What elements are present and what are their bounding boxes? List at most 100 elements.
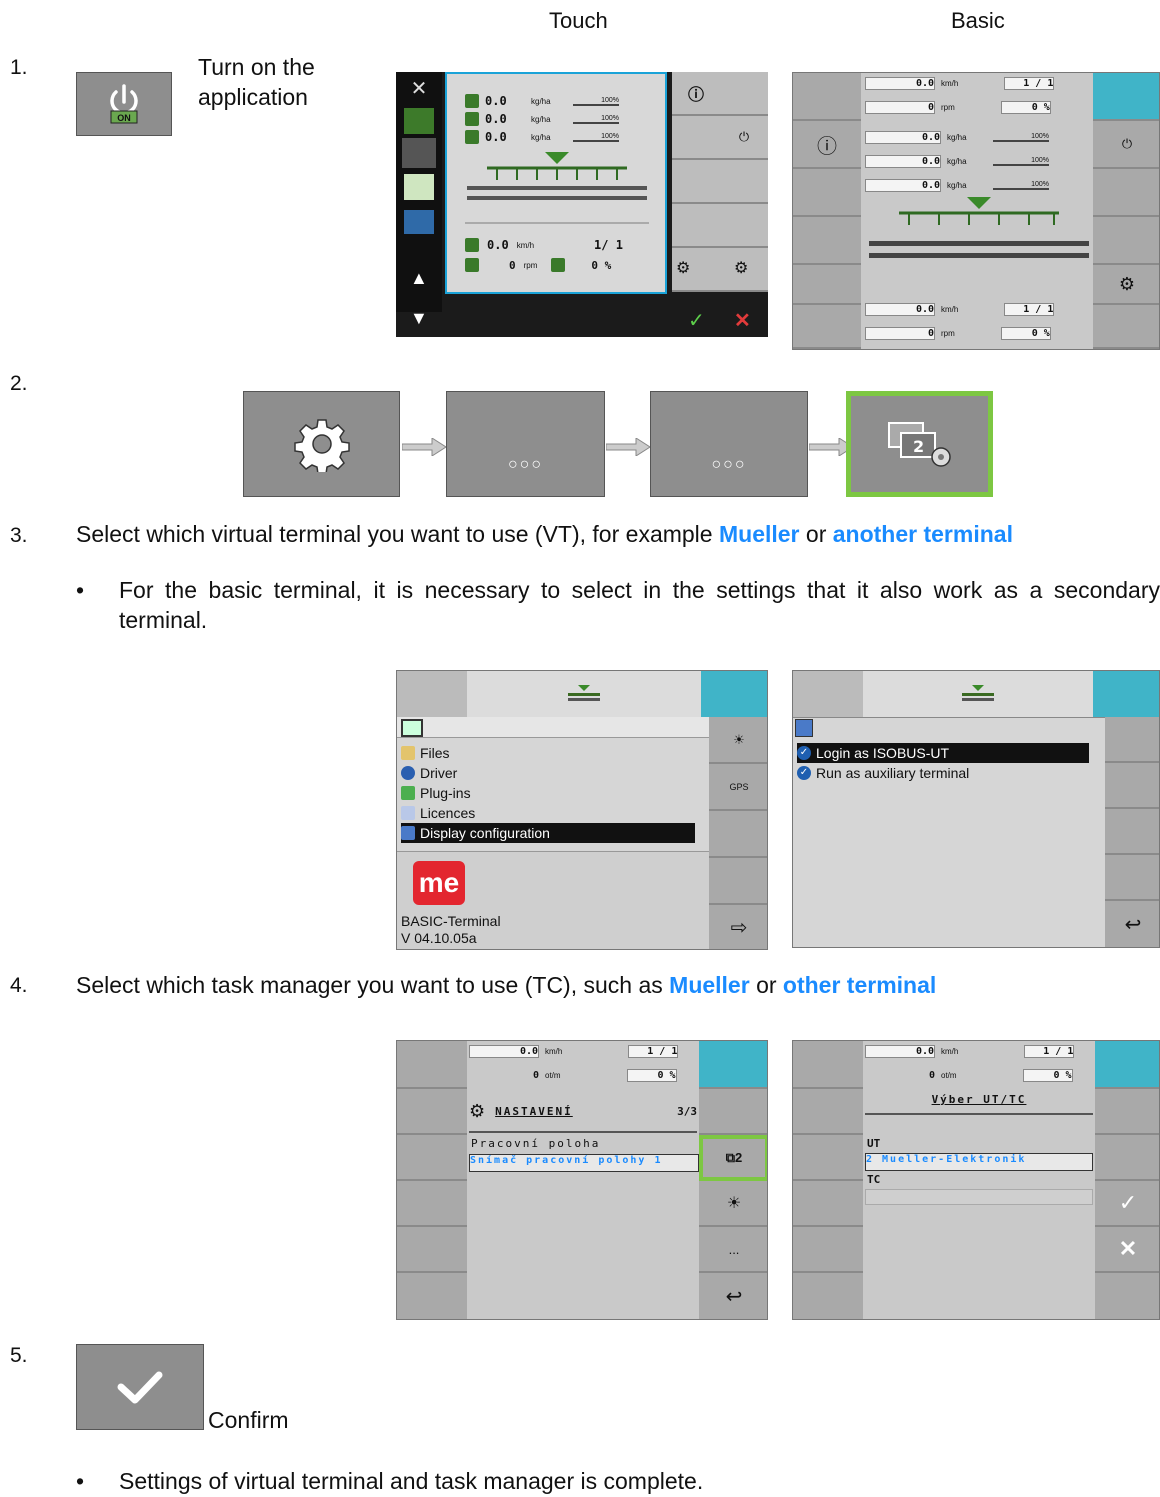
checkmark-icon	[117, 1371, 163, 1404]
seeder-app-icon[interactable]	[404, 108, 434, 134]
brightness-softkey[interactable]: ☀	[709, 717, 767, 764]
notes-icon[interactable]	[404, 174, 434, 200]
menu-item-display-configuration[interactable]: Display configuration	[401, 823, 695, 843]
gps-softkey[interactable]: GPS	[709, 764, 767, 811]
blank-softkey[interactable]	[672, 116, 720, 160]
blank-softkey[interactable]	[397, 1135, 467, 1181]
select-ut-tc-screen: ✓ ✕ 0.0 km/h 1 / 1 0 ot/m 0 % Výber UT/TC UT…	[792, 1040, 1160, 1320]
settings-button[interactable]	[243, 391, 400, 497]
calibrate-button[interactable]	[1093, 169, 1159, 217]
power-off-button[interactable]: ⏻	[720, 116, 768, 160]
confirm-button[interactable]	[76, 1344, 204, 1430]
step-3-bullet: For the basic terminal, it is necessary …	[119, 577, 1160, 633]
cancel-softkey[interactable]: ✕	[1095, 1227, 1159, 1273]
blank-softkey[interactable]	[793, 217, 861, 265]
blank-softkey[interactable]	[397, 1181, 467, 1227]
blank-softkey[interactable]	[672, 204, 720, 248]
blank-softkey[interactable]	[1095, 1273, 1159, 1319]
blank-softkey[interactable]	[397, 1089, 467, 1135]
info-button[interactable]: ⓘ	[672, 72, 720, 116]
blank-softkey[interactable]	[793, 1227, 863, 1273]
settings-screen: ⧉2 ☀ ... ↩ 0.0 km/h 1 / 1 0 ot/m 0 % ⚙ NASTA…	[396, 1040, 768, 1320]
more-softkey[interactable]: ...	[699, 1227, 767, 1273]
close-icon[interactable]: ✕	[734, 308, 751, 333]
window-switch-softkey[interactable]	[1095, 1041, 1159, 1089]
step-4-text: Select which task manager you want to us…	[76, 972, 937, 998]
home-softkey[interactable]	[397, 671, 468, 718]
blank-softkey[interactable]	[1105, 763, 1159, 809]
blank-softkey[interactable]	[1105, 809, 1159, 855]
blank-softkey[interactable]	[793, 265, 861, 305]
blank-softkey[interactable]	[1093, 305, 1159, 349]
blank-softkey[interactable]	[397, 1227, 467, 1273]
ut-select-field[interactable]: 2 Mueller-Elektronik	[865, 1153, 1093, 1171]
sections-button[interactable]	[793, 169, 861, 217]
confirm-softkey[interactable]: ✓	[1095, 1181, 1159, 1227]
wheel-icon[interactable]: ⚙	[676, 258, 690, 278]
home-softkey[interactable]	[793, 1041, 863, 1089]
blank-softkey[interactable]	[720, 72, 768, 116]
gear-icon[interactable]: ⚙	[734, 258, 748, 278]
power-off-icon: ⏻	[1121, 136, 1133, 151]
blank-softkey[interactable]	[793, 1135, 863, 1181]
arrow-right-icon	[402, 438, 446, 456]
tools-icon[interactable]: ✕	[404, 76, 434, 102]
blank-softkey[interactable]	[1095, 1135, 1159, 1181]
blank-softkey[interactable]	[793, 1273, 863, 1319]
power-off-button[interactable]: ⏻	[1093, 121, 1159, 169]
tc-select-field[interactable]	[865, 1189, 1093, 1205]
menu-item-plugins[interactable]: Plug-ins	[401, 783, 695, 803]
home-softkey[interactable]	[793, 671, 864, 718]
display-config-button[interactable]: 2	[846, 391, 993, 497]
home-softkey[interactable]	[397, 1041, 467, 1089]
display-config-icon	[795, 719, 813, 737]
svg-text:2: 2	[913, 437, 924, 456]
gear-button[interactable]: ⚙	[1093, 265, 1159, 305]
window-switch-softkey[interactable]	[699, 1041, 767, 1089]
blank-softkey[interactable]	[1105, 717, 1159, 763]
home-softkey[interactable]	[793, 73, 861, 121]
menu-item-files[interactable]: Files	[401, 743, 695, 763]
work-position-label: Pracovní poloha	[471, 1137, 601, 1150]
blank-softkey[interactable]	[1095, 1089, 1159, 1135]
more-button[interactable]: ○○○	[650, 391, 808, 497]
scroll-up-icon[interactable]: ▲	[410, 268, 428, 289]
scroll-down-icon[interactable]: ▼	[410, 308, 428, 329]
blank-softkey[interactable]	[1105, 855, 1159, 901]
blank-softkey[interactable]	[397, 1273, 467, 1319]
wheel-button[interactable]	[793, 305, 861, 349]
more-button[interactable]: ○○○	[446, 391, 605, 497]
window-switch-softkey[interactable]	[701, 671, 767, 718]
sections-button[interactable]	[672, 160, 720, 204]
blank-softkey[interactable]	[709, 858, 767, 905]
tractor-icon[interactable]	[404, 210, 434, 234]
window-switch-softkey[interactable]	[1093, 73, 1159, 121]
window-switch-softkey[interactable]	[1093, 671, 1159, 718]
flow-button[interactable]	[1093, 217, 1159, 265]
settings-page: 3/3	[677, 1104, 697, 1118]
back-softkey[interactable]: ↩	[1105, 901, 1159, 947]
bullet-dot: •	[76, 1468, 85, 1494]
blank-softkey[interactable]	[793, 1089, 863, 1135]
back-softkey[interactable]: ↩	[699, 1273, 767, 1319]
next-softkey[interactable]: ⇨	[709, 905, 767, 949]
blank-softkey[interactable]	[699, 1089, 767, 1135]
other-terminal-link: other terminal	[782, 972, 937, 998]
auxiliary-terminal-option[interactable]: ✓ Run as auxiliary terminal	[797, 763, 1089, 783]
info-button[interactable]: ⓘ	[793, 121, 861, 169]
calibrate-button[interactable]	[720, 160, 768, 204]
flow-button[interactable]	[720, 204, 768, 248]
machine-icon[interactable]	[402, 138, 436, 168]
blank-softkey[interactable]	[709, 811, 767, 858]
power-on-button[interactable]: ON	[76, 72, 172, 136]
checkmark-icon[interactable]: ✓	[688, 308, 705, 333]
menu-item-licences[interactable]: Licences	[401, 803, 695, 823]
display-config-softkey[interactable]: ⧉2	[699, 1135, 767, 1181]
login-isobus-ut-option[interactable]: ✓ Login as ISOBUS-UT	[797, 743, 1089, 763]
checkmark-icon: ✓	[797, 746, 811, 760]
brightness-softkey[interactable]: ☀	[699, 1181, 767, 1227]
work-position-sensor-field[interactable]: Snímač pracovní polohy 1	[469, 1154, 699, 1172]
menu-item-driver[interactable]: Driver	[401, 763, 695, 783]
back-icon: ↩	[725, 1285, 743, 1308]
blank-softkey[interactable]	[793, 1181, 863, 1227]
